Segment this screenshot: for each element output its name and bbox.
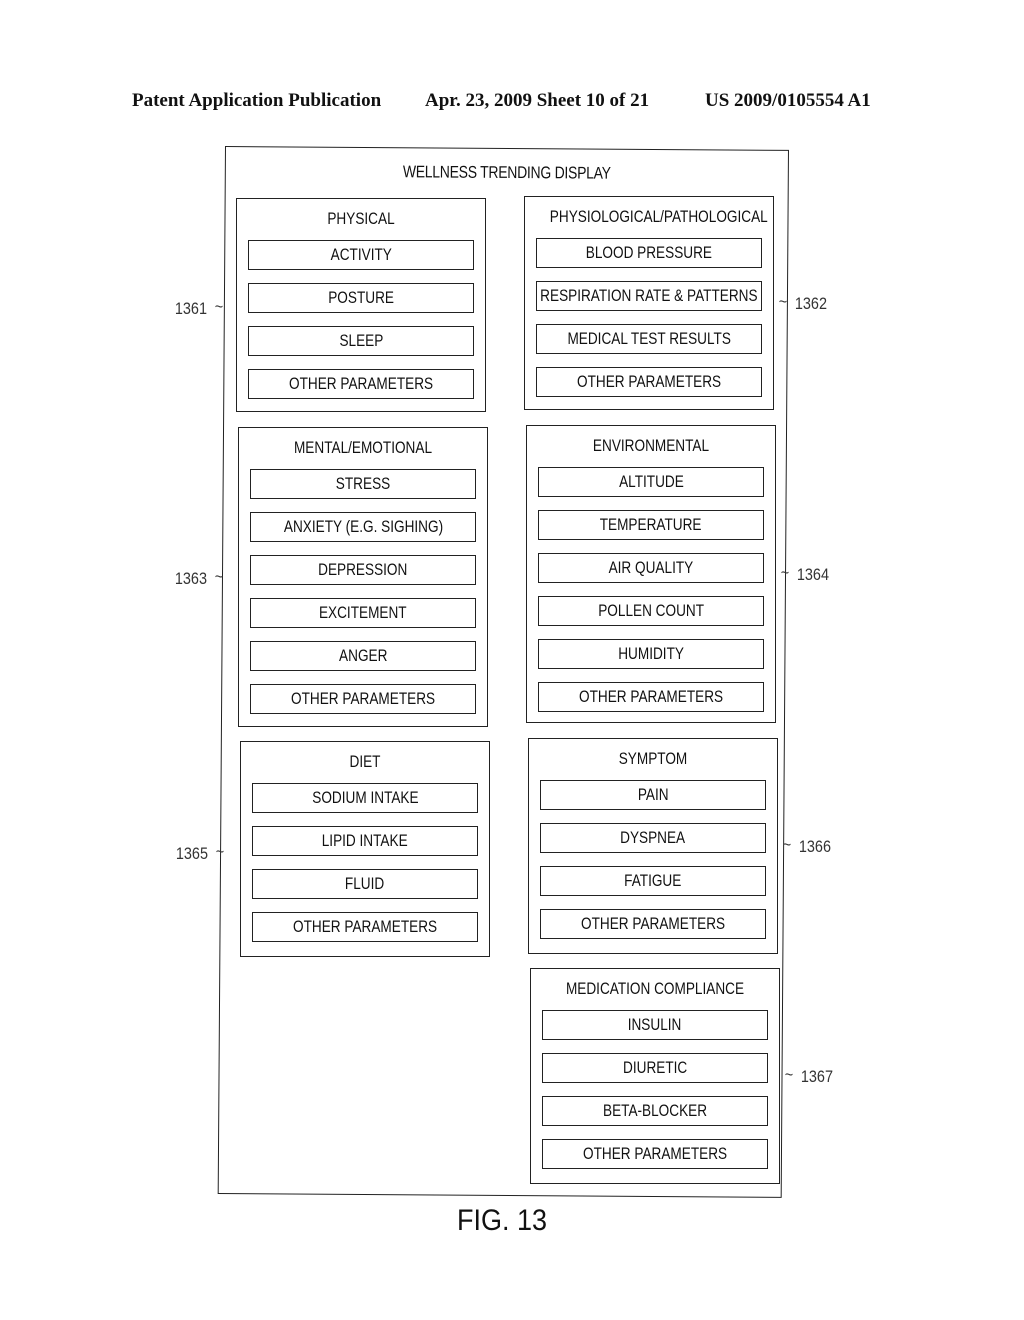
reference-numeral-1364: 1364: [796, 565, 829, 584]
item-fatigue: FATIGUE: [540, 866, 766, 896]
item-sleep: SLEEP: [248, 326, 474, 356]
group-title: ENVIRONMENTAL: [592, 436, 710, 455]
publication-type: Patent Application Publication: [132, 90, 382, 111]
item-respiration-rate-patterns: RESPIRATION RATE & PATTERNS: [536, 281, 762, 311]
item-other-parameters: OTHER PARAMETERS: [252, 912, 478, 942]
group-title: MENTAL/EMOTIONAL: [293, 438, 433, 457]
reference-numeral-1365: 1365: [175, 844, 208, 863]
item-anger: ANGER: [250, 641, 476, 671]
item-sodium-intake: SODIUM INTAKE: [252, 783, 478, 813]
item-other-parameters: OTHER PARAMETERS: [542, 1139, 768, 1169]
leader-line-1366: ~: [782, 835, 792, 854]
reference-numeral-1366: 1366: [798, 837, 831, 856]
item-other-parameters: OTHER PARAMETERS: [248, 369, 474, 399]
group-medication-compliance: MEDICATION COMPLIANCE INSULIN DIURETIC B…: [530, 968, 780, 1184]
group-title: MEDICATION COMPLIANCE: [565, 979, 745, 998]
leader-line-1364: ~: [780, 563, 790, 582]
item-posture: POSTURE: [248, 283, 474, 313]
leader-line-1363: ~: [214, 567, 224, 586]
item-other-parameters: OTHER PARAMETERS: [540, 909, 766, 939]
item-beta-blocker: BETA-BLOCKER: [542, 1096, 768, 1126]
item-anxiety: ANXIETY (E.G. SIGHING): [250, 512, 476, 542]
leader-line-1367: ~: [784, 1065, 794, 1084]
item-excitement: EXCITEMENT: [250, 598, 476, 628]
item-insulin: INSULIN: [542, 1010, 768, 1040]
group-physical: PHYSICAL ACTIVITY POSTURE SLEEP OTHER PA…: [236, 198, 486, 412]
figure-label: FIG. 13: [457, 1204, 548, 1237]
leader-line-1365: ~: [215, 842, 225, 861]
item-diuretic: DIURETIC: [542, 1053, 768, 1083]
item-fluid: FLUID: [252, 869, 478, 899]
group-title: DIET: [349, 752, 381, 771]
publication-date-sheet: Apr. 23, 2009 Sheet 10 of 21: [425, 90, 650, 111]
item-medical-test-results: MEDICAL TEST RESULTS: [536, 324, 762, 354]
reference-numeral-1367: 1367: [800, 1067, 833, 1086]
group-title: SYMPTOM: [618, 749, 688, 768]
group-mental-emotional: MENTAL/EMOTIONAL STRESS ANXIETY (E.G. SI…: [238, 427, 488, 727]
group-diet: DIET SODIUM INTAKE LIPID INTAKE FLUID OT…: [240, 741, 490, 957]
reference-numeral-1361: 1361: [174, 299, 207, 318]
publication-number: US 2009/0105554 A1: [705, 90, 871, 111]
item-other-parameters: OTHER PARAMETERS: [536, 367, 762, 397]
group-title: PHYSIOLOGICAL/PATHOLOGICAL: [549, 207, 768, 226]
leader-line-1361: ~: [214, 297, 224, 316]
item-altitude: ALTITUDE: [538, 467, 764, 497]
reference-numeral-1363: 1363: [174, 569, 207, 588]
item-air-quality: AIR QUALITY: [538, 553, 764, 583]
item-other-parameters: OTHER PARAMETERS: [538, 682, 764, 712]
item-activity: ACTIVITY: [248, 240, 474, 270]
reference-numeral-1362: 1362: [794, 294, 827, 313]
item-pain: PAIN: [540, 780, 766, 810]
diagram-title: WELLNESS TRENDING DISPLAY: [402, 162, 611, 183]
item-dyspnea: DYSPNEA: [540, 823, 766, 853]
item-other-parameters: OTHER PARAMETERS: [250, 684, 476, 714]
item-pollen-count: POLLEN COUNT: [538, 596, 764, 626]
group-environmental: ENVIRONMENTAL ALTITUDE TEMPERATURE AIR Q…: [526, 425, 776, 723]
item-lipid-intake: LIPID INTAKE: [252, 826, 478, 856]
group-symptom: SYMPTOM PAIN DYSPNEA FATIGUE OTHER PARAM…: [528, 738, 778, 954]
item-temperature: TEMPERATURE: [538, 510, 764, 540]
leader-line-1362: ~: [778, 292, 788, 311]
item-blood-pressure: BLOOD PRESSURE: [536, 238, 762, 268]
item-humidity: HUMIDITY: [538, 639, 764, 669]
group-title: PHYSICAL: [327, 209, 395, 228]
item-depression: DEPRESSION: [250, 555, 476, 585]
group-physiological-pathological: PHYSIOLOGICAL/PATHOLOGICAL BLOOD PRESSUR…: [524, 196, 774, 410]
item-stress: STRESS: [250, 469, 476, 499]
